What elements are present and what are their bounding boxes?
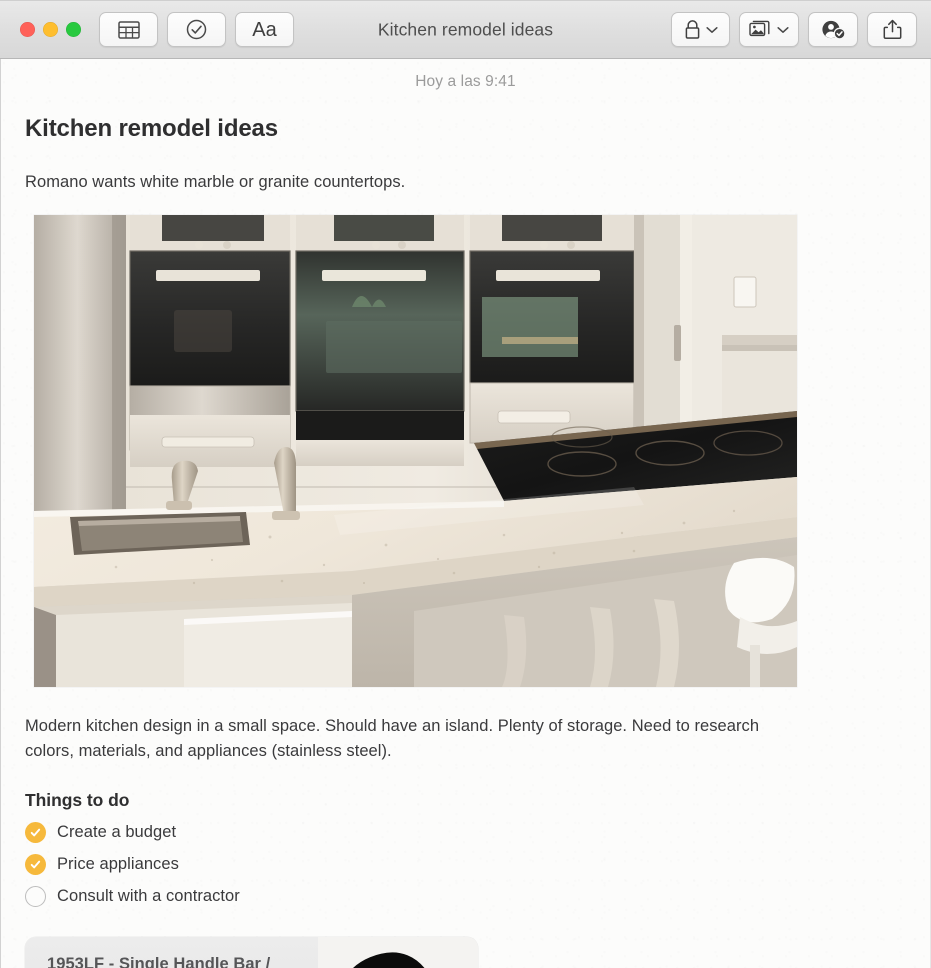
note-paragraph-1: Romano wants white marble or granite cou…: [25, 173, 406, 191]
checkmark-icon: [30, 860, 41, 869]
media-icon: [749, 20, 772, 39]
kitchen-photo[interactable]: [34, 215, 797, 688]
note-paragraph-2: Modern kitchen design in a small space. …: [25, 717, 760, 760]
attachment-title: 1953LF - Single Handle Bar /: [47, 954, 271, 968]
format-text-icon: Aa: [252, 18, 277, 41]
toolbar-left-group: Aa: [99, 12, 294, 47]
checklist-item-label: Price appliances: [57, 855, 179, 874]
note-content: Kitchen remodel ideas Romano wants white…: [1, 115, 930, 968]
checkbox-unchecked[interactable]: [25, 886, 46, 908]
note-timestamp: Hoy a las 9:41: [415, 73, 516, 90]
checklist-button[interactable]: [167, 12, 226, 47]
share-icon: [883, 19, 902, 40]
notes-window: Aa Kitchen remodel ideas Hoy a las 9:41 …: [0, 0, 931, 968]
checklist-item[interactable]: Consult with a contractor: [25, 881, 904, 913]
note-editor[interactable]: Hoy a las 9:41 Kitchen remodel ideas Rom…: [0, 59, 931, 968]
faucet-product-image: [318, 936, 478, 968]
checklist-item[interactable]: Price appliances: [25, 849, 904, 881]
section-heading-things-to-do: Things to do: [25, 789, 130, 810]
maximize-window-button[interactable]: [66, 22, 81, 37]
checklist-item[interactable]: Create a budget: [25, 817, 904, 849]
window-titlebar: Aa Kitchen remodel ideas: [0, 0, 931, 59]
checklist-icon: [186, 19, 207, 40]
checklist: Create a budget Price appliances Consult…: [25, 817, 904, 913]
share-button[interactable]: [867, 12, 917, 47]
traffic-lights: [20, 22, 81, 37]
format-button[interactable]: Aa: [235, 12, 294, 47]
chevron-down-icon: [705, 26, 718, 34]
checklist-item-label: Create a budget: [57, 823, 177, 842]
link-attachment-card[interactable]: 1953LF - Single Handle Bar /: [25, 936, 478, 968]
lock-button[interactable]: [671, 12, 730, 47]
collaborate-button[interactable]: [808, 12, 858, 47]
attachment-thumbnail: [318, 936, 478, 968]
checkbox-checked[interactable]: [25, 822, 46, 844]
checkbox-checked[interactable]: [25, 854, 46, 876]
kitchen-photo-image: [34, 215, 797, 688]
checklist-item-label: Consult with a contractor: [57, 887, 240, 906]
checkmark-icon: [30, 828, 41, 837]
close-window-button[interactable]: [20, 22, 35, 37]
table-button[interactable]: [99, 12, 158, 47]
media-button[interactable]: [739, 12, 799, 47]
note-title: Kitchen remodel ideas: [25, 115, 278, 142]
toolbar-right-group: [671, 12, 917, 47]
lock-icon: [684, 19, 701, 40]
person-check-icon: [821, 19, 846, 40]
minimize-window-button[interactable]: [43, 22, 58, 37]
chevron-down-icon: [777, 26, 789, 34]
table-icon: [117, 20, 140, 39]
